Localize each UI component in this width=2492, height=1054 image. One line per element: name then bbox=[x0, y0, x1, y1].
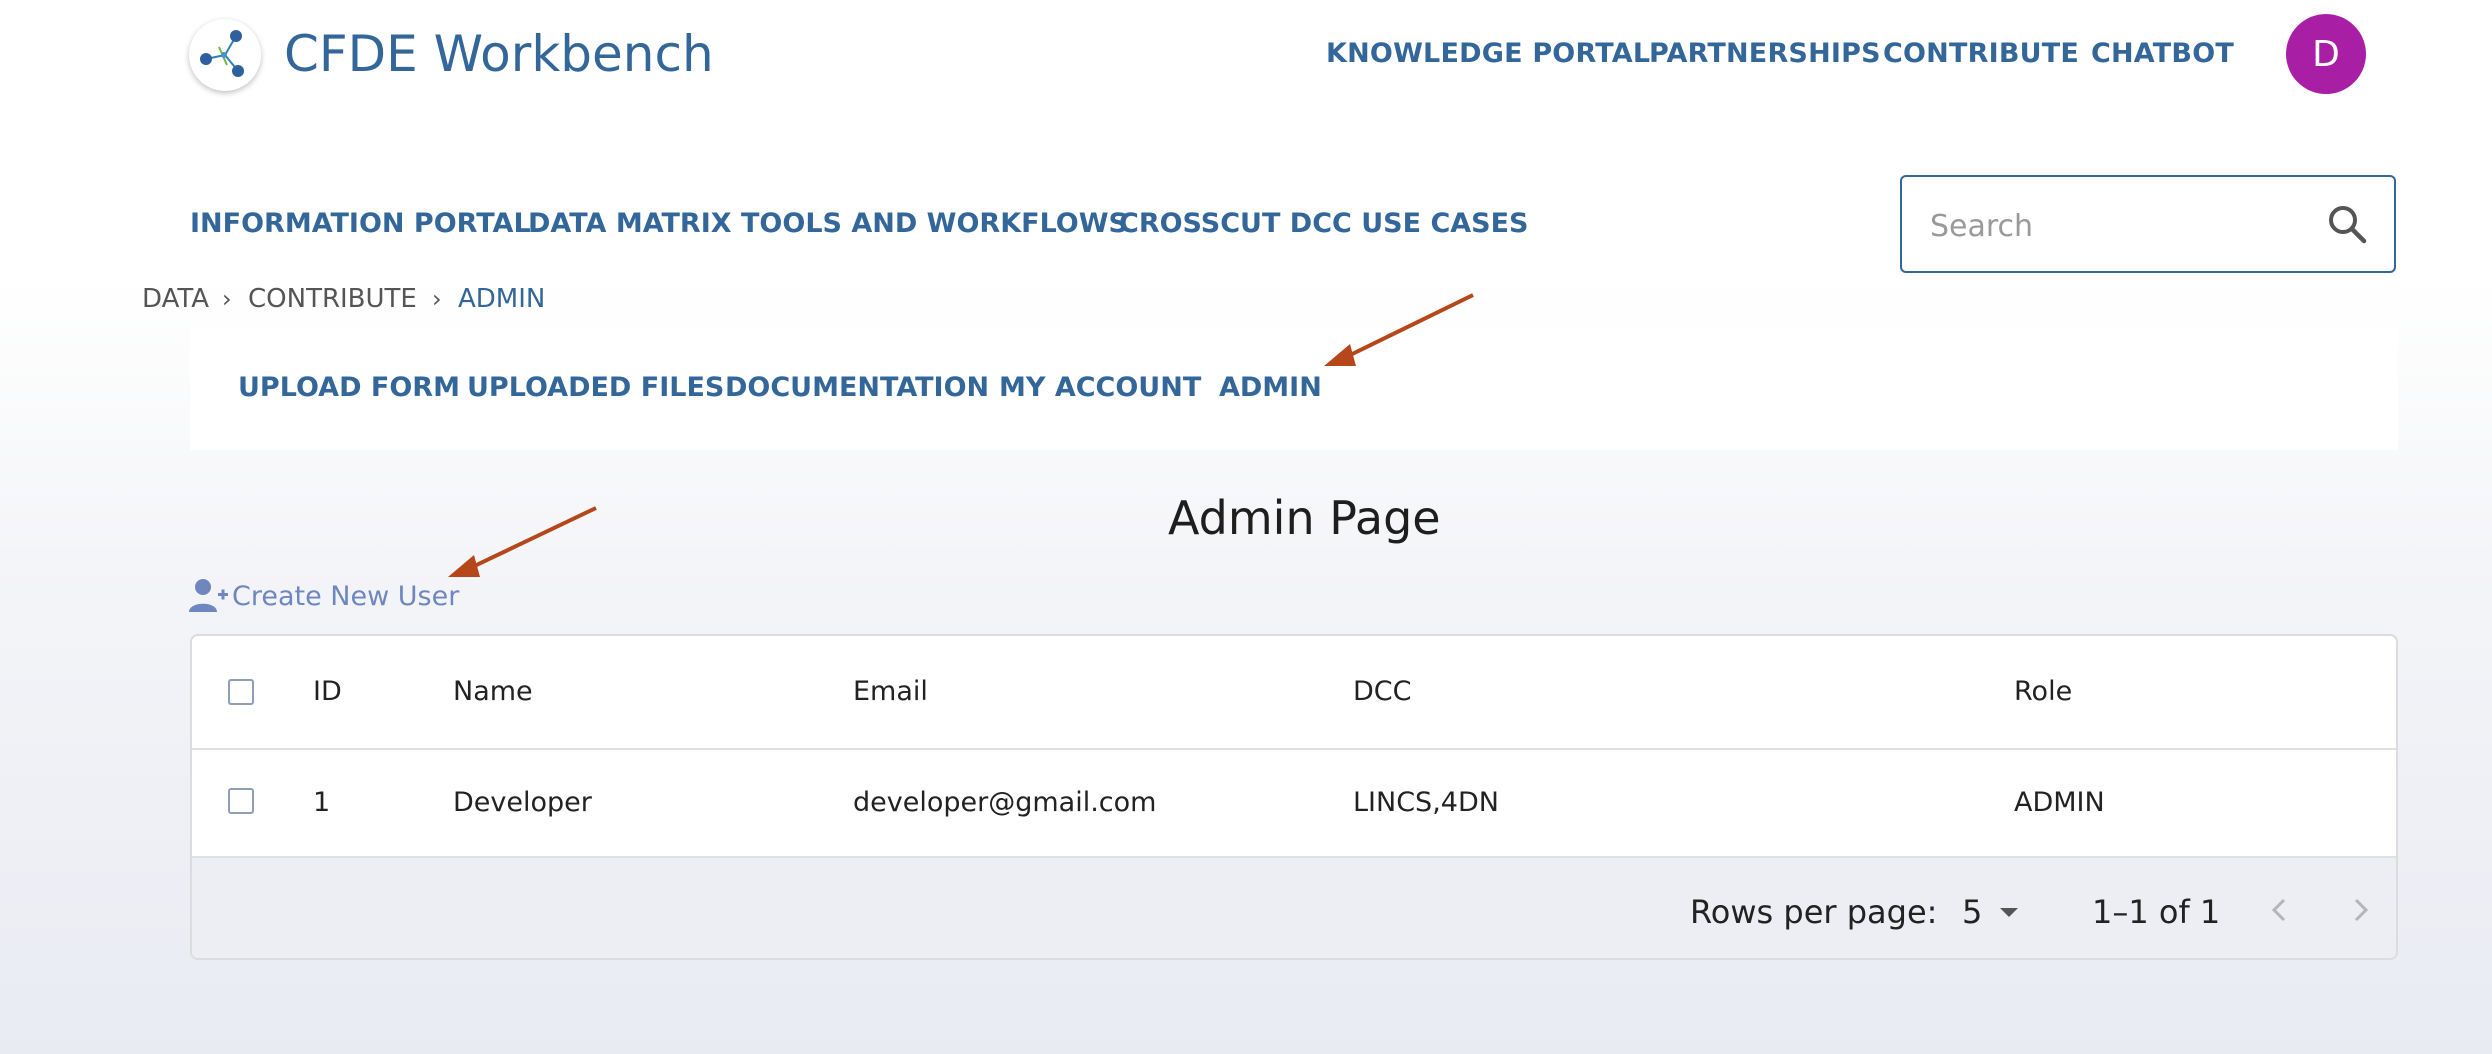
next-page-icon[interactable] bbox=[2338, 888, 2382, 932]
table-header-row: ID Name Email DCC Role bbox=[192, 636, 2396, 750]
create-new-user-button[interactable]: Create New User bbox=[188, 576, 459, 616]
chevron-down-icon bbox=[2000, 908, 2019, 917]
nav-admin[interactable]: ADMIN bbox=[1219, 370, 1322, 406]
row-checkbox[interactable] bbox=[228, 788, 254, 814]
page-title: Admin Page bbox=[1168, 491, 1441, 545]
nav-partnerships[interactable]: PARTNERSHIPS bbox=[1649, 36, 1881, 72]
breadcrumb-data[interactable]: DATA bbox=[142, 282, 209, 316]
users-table: ID Name Email DCC Role 1 Developer devel… bbox=[190, 634, 2398, 960]
column-header-email[interactable]: Email bbox=[853, 674, 928, 710]
nav-documentation[interactable]: DOCUMENTATION bbox=[725, 370, 989, 406]
cell-dcc: LINCS,4DN bbox=[1353, 787, 1499, 818]
cell-name: Developer bbox=[453, 787, 592, 818]
molecule-logo-icon bbox=[200, 30, 244, 77]
cfde-logo[interactable] bbox=[189, 19, 261, 91]
search-box bbox=[1900, 175, 2396, 273]
nav-data-matrix[interactable]: DATA MATRIX bbox=[528, 206, 732, 242]
user-avatar[interactable]: D bbox=[2286, 14, 2366, 94]
avatar-initial: D bbox=[2312, 33, 2340, 75]
annotation-arrow-create-user bbox=[448, 506, 597, 577]
breadcrumb-separator: › bbox=[432, 285, 442, 313]
select-all-checkbox[interactable] bbox=[228, 679, 254, 705]
cell-email: developer@gmail.com bbox=[853, 787, 1157, 818]
create-new-user-label: Create New User bbox=[232, 580, 460, 612]
nav-uploaded-files[interactable]: UPLOADED FILES bbox=[467, 370, 724, 406]
app-title[interactable]: CFDE Workbench bbox=[284, 22, 714, 86]
nav-information-portal[interactable]: INFORMATION PORTAL bbox=[190, 206, 531, 242]
breadcrumb-admin: ADMIN bbox=[458, 284, 546, 314]
breadcrumb-separator: › bbox=[222, 285, 232, 313]
column-header-role[interactable]: Role bbox=[2014, 674, 2072, 710]
search-icon[interactable] bbox=[2324, 201, 2372, 249]
rows-per-page-label: Rows per page: bbox=[1690, 893, 1938, 931]
nav-knowledge-portal[interactable]: KNOWLEDGE PORTAL bbox=[1326, 36, 1650, 72]
nav-chatbot[interactable]: CHATBOT bbox=[2091, 36, 2234, 72]
cell-id: 1 bbox=[313, 787, 331, 818]
add-user-icon bbox=[189, 579, 228, 612]
table-pagination: Rows per page: 5 1–1 of 1 bbox=[192, 858, 2396, 958]
nav-contribute[interactable]: CONTRIBUTE bbox=[1883, 36, 2079, 72]
rows-per-page-select[interactable]: 5 bbox=[1962, 892, 2024, 932]
cell-role: ADMIN bbox=[2014, 787, 2105, 818]
rows-per-page-value: 5 bbox=[1962, 893, 1983, 931]
nav-tools-and-workflows[interactable]: TOOLS AND WORKFLOWS bbox=[741, 206, 1128, 242]
nav-upload-form[interactable]: UPLOAD FORM bbox=[238, 370, 460, 406]
nav-my-account[interactable]: MY ACCOUNT bbox=[999, 370, 1201, 406]
column-header-name[interactable]: Name bbox=[453, 674, 533, 710]
table-row[interactable]: 1 Developer developer@gmail.com LINCS,4D… bbox=[192, 750, 2396, 858]
search-input[interactable] bbox=[1928, 203, 2312, 249]
nav-crosscut-dcc-use-cases[interactable]: CROSSCUT DCC USE CASES bbox=[1119, 206, 1529, 242]
column-header-id[interactable]: ID bbox=[313, 674, 342, 710]
breadcrumb-contribute[interactable]: CONTRIBUTE bbox=[248, 282, 417, 316]
column-header-dcc[interactable]: DCC bbox=[1353, 674, 1412, 710]
previous-page-icon[interactable] bbox=[2258, 888, 2302, 932]
pagination-range: 1–1 of 1 bbox=[2092, 893, 2221, 931]
